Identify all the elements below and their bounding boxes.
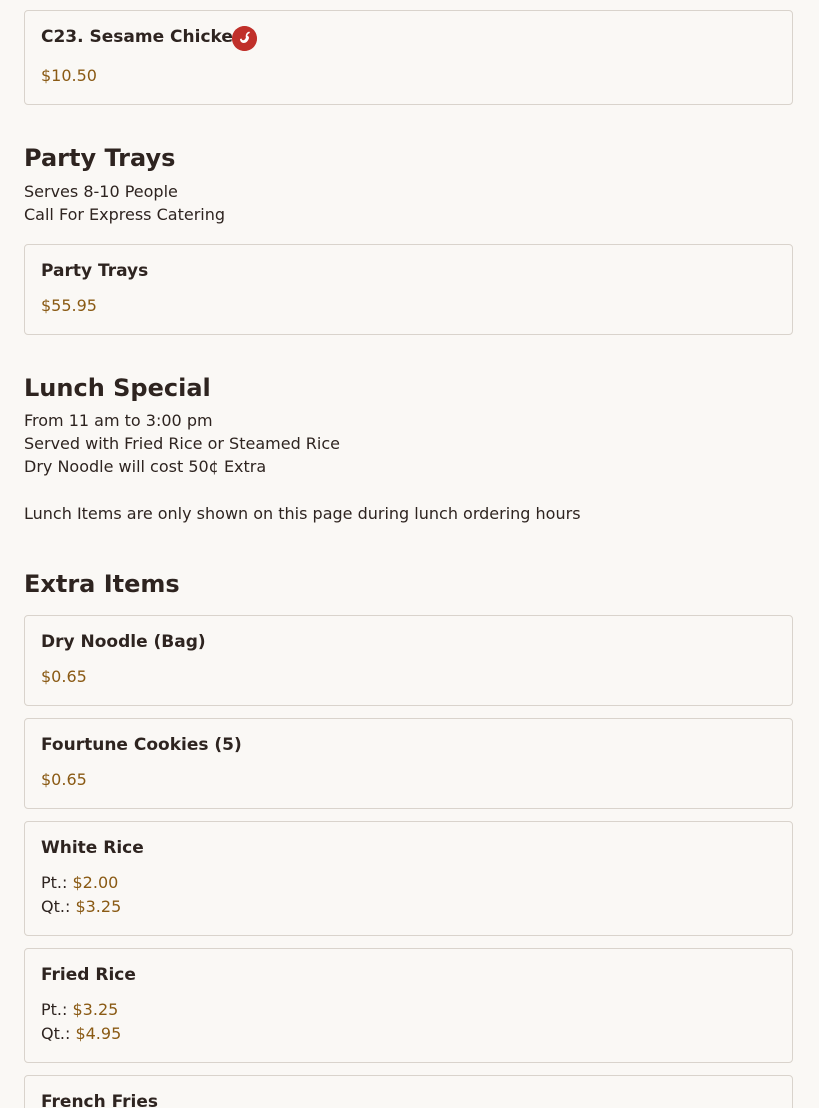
menu-item-card[interactable]: Party Trays $55.95 xyxy=(24,244,793,335)
section-title-party-trays: Party Trays xyxy=(24,144,176,172)
menu-item-price: $2.00 xyxy=(72,873,119,892)
menu-item-card[interactable]: White Rice Pt.: $2.00 Qt.: $3.25 xyxy=(24,821,793,936)
spicy-pepper-icon xyxy=(232,26,257,51)
size-label: Pt.: xyxy=(41,873,68,892)
menu-item-price: $55.95 xyxy=(41,296,97,315)
section-description: Serves 8-10 People xyxy=(24,182,178,201)
menu-item-name: C23. Sesame Chicken xyxy=(41,27,245,47)
menu-item-price-line: Pt.: $2.00 xyxy=(41,873,118,892)
menu-item-name: Dry Noodle (Bag) xyxy=(41,632,206,652)
section-description: Served with Fried Rice or Steamed Rice xyxy=(24,434,341,453)
size-label: Pt.: xyxy=(41,1000,68,1019)
menu-item-price: $3.25 xyxy=(75,897,122,916)
menu-item-name: Party Trays xyxy=(41,261,149,281)
menu-item-card[interactable]: French Fries xyxy=(24,1075,793,1108)
section-description: Dry Noodle will cost 50¢ Extra xyxy=(24,457,267,476)
menu-item-name: Fourtune Cookies (5) xyxy=(41,735,242,755)
menu-page: C23. Sesame Chicken $10.50 Party Trays S… xyxy=(0,0,819,1108)
menu-item-name: White Rice xyxy=(41,838,144,858)
size-label: Qt.: xyxy=(41,897,71,916)
menu-item-price-line: Qt.: $3.25 xyxy=(41,897,121,916)
menu-item-card[interactable]: Dry Noodle (Bag) $0.65 xyxy=(24,615,793,706)
menu-item-price-line: $55.95 xyxy=(41,296,97,315)
menu-item-price: $0.65 xyxy=(41,770,87,789)
menu-item-price: $4.95 xyxy=(75,1024,122,1043)
menu-item-price-line: Qt.: $4.95 xyxy=(41,1024,121,1043)
menu-item-price-line: Pt.: $3.25 xyxy=(41,1000,118,1019)
menu-item-name: Fried Rice xyxy=(41,965,136,985)
section-description: From 11 am to 3:00 pm xyxy=(24,411,213,430)
menu-item-price: $0.65 xyxy=(41,667,87,686)
size-label: Qt.: xyxy=(41,1024,71,1043)
section-description: Call For Express Catering xyxy=(24,205,226,224)
menu-item-price-line: $0.65 xyxy=(41,667,87,686)
menu-item-price-line: $10.50 xyxy=(41,66,97,85)
section-title-extra-items: Extra Items xyxy=(24,570,180,598)
menu-item-price: $10.50 xyxy=(41,66,97,85)
menu-item-price: $3.25 xyxy=(72,1000,119,1019)
menu-item-name: French Fries xyxy=(41,1092,159,1108)
menu-item-card[interactable]: Fourtune Cookies (5) $0.65 xyxy=(24,718,793,809)
menu-item-card[interactable]: Fried Rice Pt.: $3.25 Qt.: $4.95 xyxy=(24,948,793,1063)
lunch-hours-note: Lunch Items are only shown on this page … xyxy=(24,504,581,523)
menu-item-card[interactable]: C23. Sesame Chicken $10.50 xyxy=(24,10,793,105)
menu-item-price-line: $0.65 xyxy=(41,770,87,789)
section-title-lunch-special: Lunch Special xyxy=(24,374,211,402)
